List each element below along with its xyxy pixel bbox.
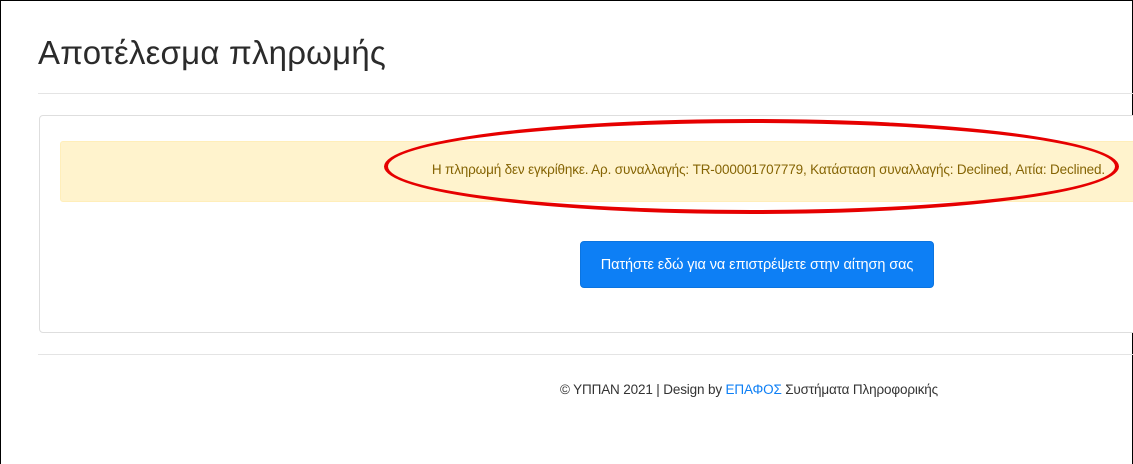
footer-company-suffix: Συστήματα Πληροφορικής	[781, 382, 939, 397]
title-divider	[38, 93, 1133, 94]
return-to-application-button[interactable]: Πατήστε εδώ για να επιστρέψετε στην αίτη…	[580, 241, 934, 288]
page-title: Αποτέλεσμα πληρωμής	[38, 34, 387, 71]
footer: © ΥΠΠΑΝ 2021 | Design by ΕΠΑΦΟΣ Συστήματ…	[560, 382, 938, 397]
payment-declined-alert: Η πληρωμή δεν εγκρίθηκε. Αρ. συναλλαγής:…	[60, 141, 1133, 202]
footer-company-link[interactable]: ΕΠΑΦΟΣ	[726, 382, 782, 397]
footer-copyright: © ΥΠΠΑΝ 2021 | Design by	[560, 382, 726, 397]
footer-divider	[38, 354, 1133, 355]
alert-message: Η πληρωμή δεν εγκρίθηκε. Αρ. συναλλαγής:…	[431, 162, 1105, 177]
